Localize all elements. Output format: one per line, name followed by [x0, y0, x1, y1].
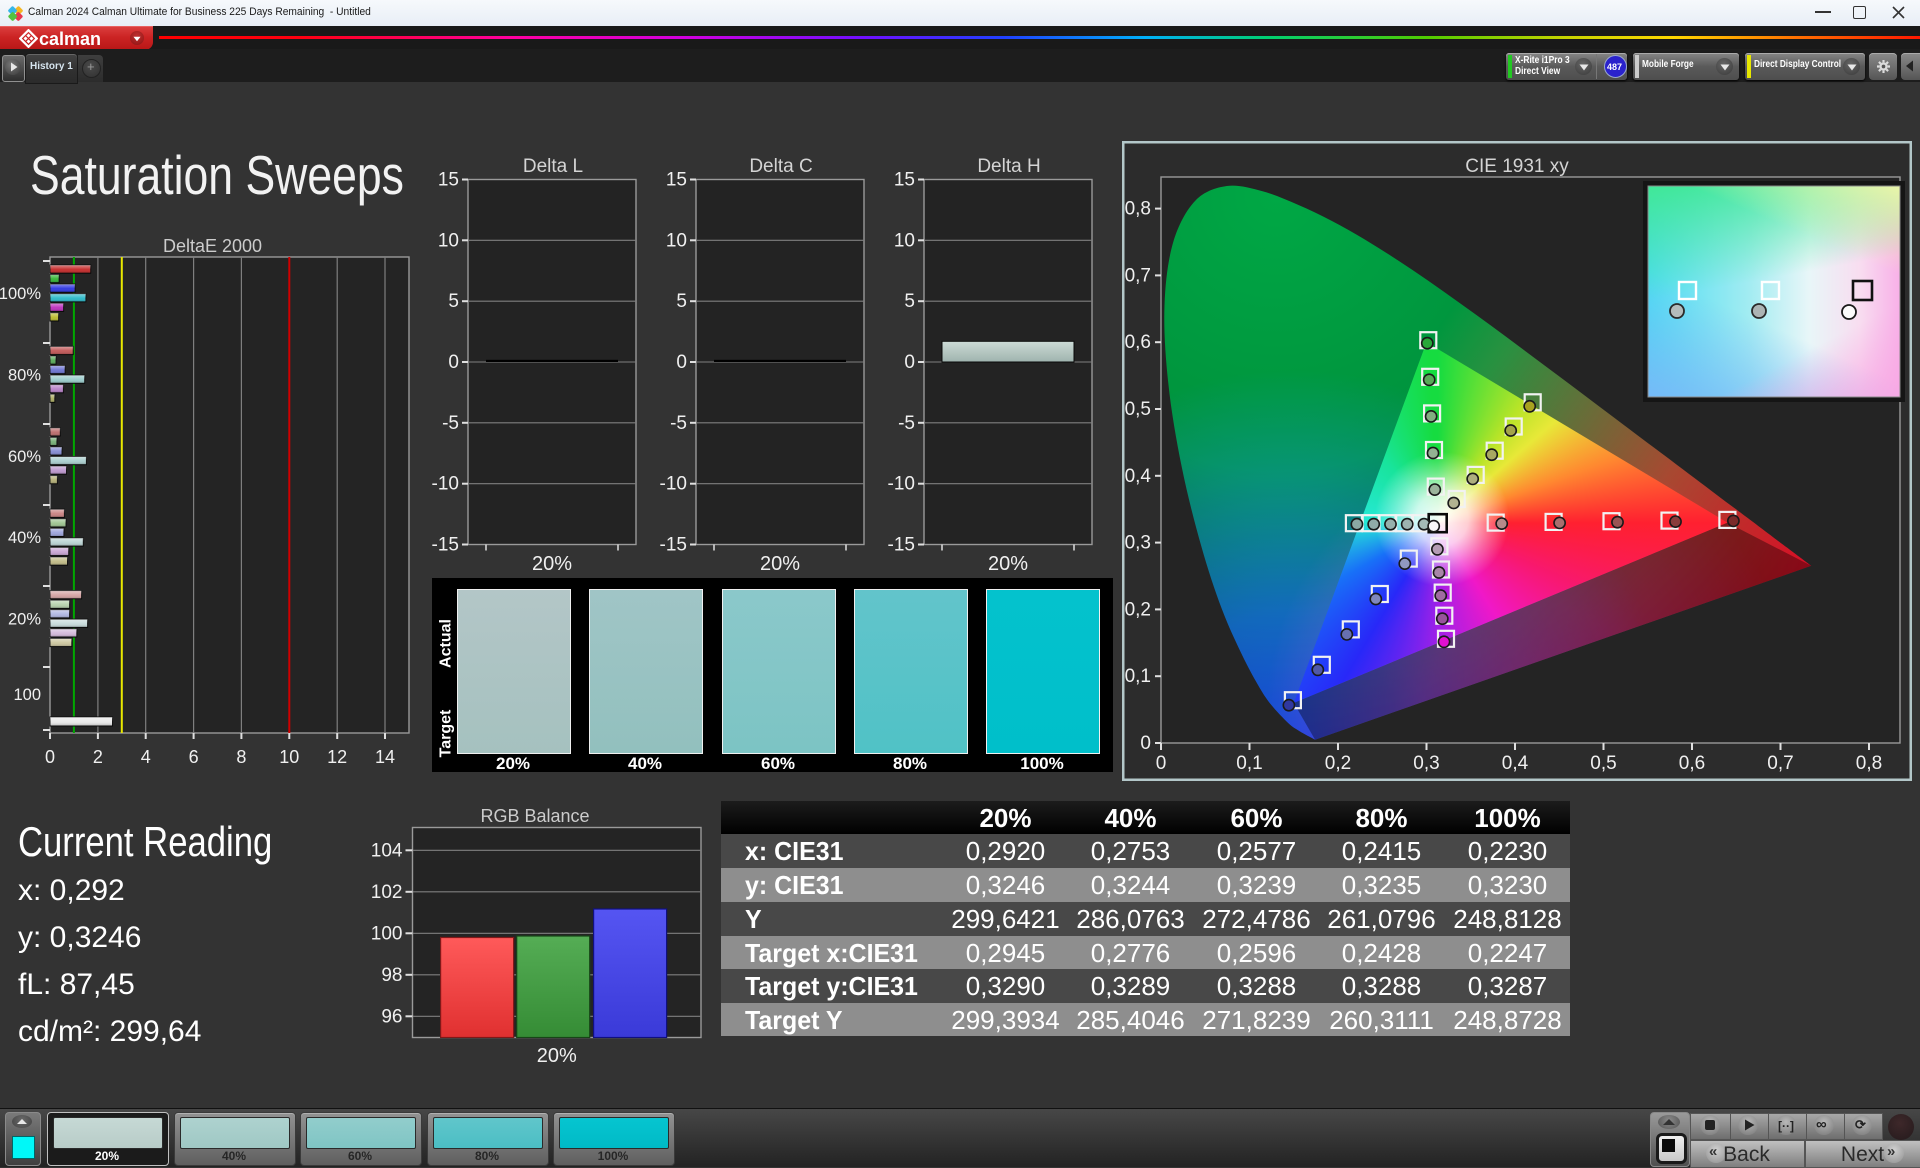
- svg-text:20%: 20%: [532, 553, 572, 575]
- svg-text:-10: -10: [432, 474, 459, 495]
- svg-text:0: 0: [448, 352, 459, 373]
- svg-text:-15: -15: [888, 535, 915, 556]
- svg-text:100: 100: [13, 686, 41, 704]
- svg-text:6: 6: [189, 747, 199, 767]
- svg-text:4: 4: [141, 747, 151, 767]
- svg-text:10: 10: [894, 230, 915, 251]
- svg-text:10: 10: [666, 230, 687, 251]
- svg-text:104: 104: [371, 840, 403, 861]
- svg-text:-5: -5: [670, 413, 687, 434]
- svg-text:60%: 60%: [8, 448, 41, 466]
- svg-text:Delta C: Delta C: [749, 156, 812, 177]
- svg-text:8: 8: [236, 747, 246, 767]
- svg-text:80%: 80%: [8, 366, 41, 384]
- svg-text:15: 15: [894, 170, 915, 191]
- svg-text:2: 2: [93, 747, 103, 767]
- svg-text:20%: 20%: [988, 553, 1028, 575]
- svg-text:10: 10: [279, 747, 299, 767]
- svg-text:20%: 20%: [760, 553, 800, 575]
- svg-text:40%: 40%: [8, 529, 41, 547]
- svg-text:12: 12: [327, 747, 347, 767]
- svg-text:Delta H: Delta H: [977, 156, 1040, 177]
- svg-text:5: 5: [448, 291, 459, 312]
- svg-text:14: 14: [375, 747, 395, 767]
- svg-text:100: 100: [371, 923, 403, 944]
- svg-text:102: 102: [371, 882, 403, 903]
- svg-text:Delta L: Delta L: [523, 156, 583, 177]
- svg-text:-5: -5: [442, 413, 459, 434]
- svg-text:15: 15: [666, 170, 687, 191]
- svg-text:0: 0: [45, 747, 55, 767]
- svg-text:-5: -5: [898, 413, 915, 434]
- svg-text:15: 15: [438, 170, 459, 191]
- svg-text:0: 0: [676, 352, 687, 373]
- svg-text:5: 5: [676, 291, 687, 312]
- svg-text:0: 0: [904, 352, 915, 373]
- svg-text:96: 96: [381, 1006, 402, 1027]
- svg-text:100%: 100%: [0, 285, 41, 303]
- svg-text:20%: 20%: [8, 611, 41, 629]
- svg-text:10: 10: [438, 230, 459, 251]
- svg-text:-15: -15: [660, 535, 687, 556]
- svg-text:20%: 20%: [537, 1045, 577, 1067]
- svg-text:-15: -15: [432, 535, 459, 556]
- svg-text:-10: -10: [660, 474, 687, 495]
- svg-text:98: 98: [381, 965, 402, 986]
- svg-text:5: 5: [904, 291, 915, 312]
- svg-text:-10: -10: [888, 474, 915, 495]
